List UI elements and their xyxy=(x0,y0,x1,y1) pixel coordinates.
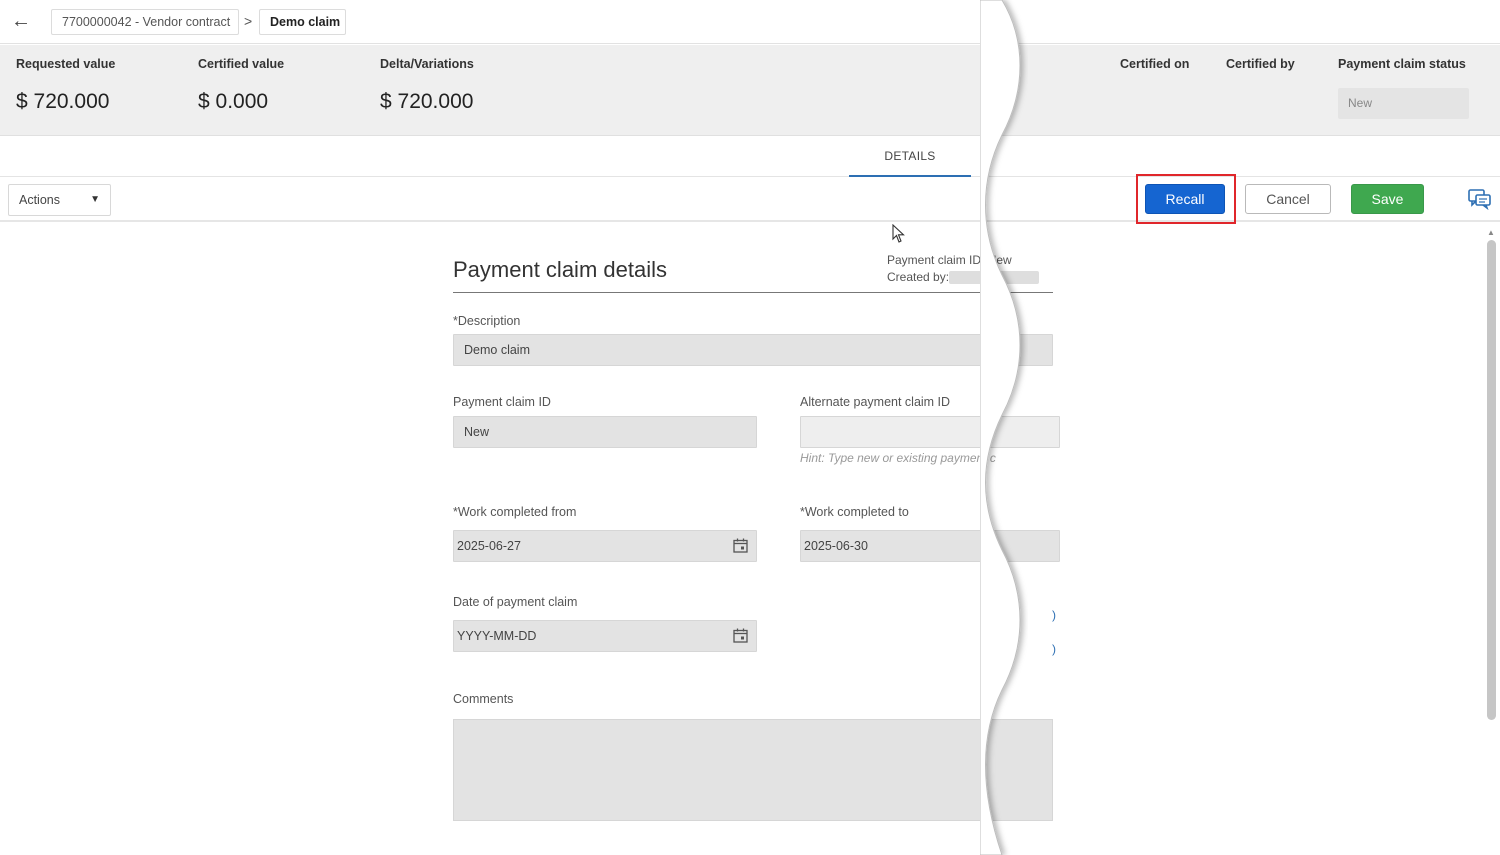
alt-payment-claim-id-label: Alternate payment claim ID xyxy=(800,395,951,409)
toolbar: Actions ▼ Recall Cancel Save xyxy=(0,174,1500,224)
vertical-scrollbar[interactable] xyxy=(1487,240,1496,720)
dropdown-caret-icon: ▼ xyxy=(90,194,100,205)
payment-claim-id-label: Payment claim ID xyxy=(453,395,551,409)
created-by-label: Created by: xyxy=(887,270,950,284)
breadcrumb-contract[interactable]: 7700000042 - Vendor contract xyxy=(51,9,239,35)
payment-claim-status-label: Payment claim status xyxy=(1338,57,1466,71)
delta-value: $ 720.000 xyxy=(380,90,474,113)
certified-value-label: Certified value xyxy=(198,57,285,71)
calendar-icon[interactable] xyxy=(733,538,748,553)
breadcrumb: ← 7700000042 - Vendor contract > Demo cl… xyxy=(0,0,1500,44)
side-mark: ) xyxy=(1052,608,1056,622)
requested-value: $ 720.000 xyxy=(16,90,110,113)
calendar-icon[interactable] xyxy=(733,628,748,643)
description-label: *Description xyxy=(453,314,521,328)
page-title: Payment claim details xyxy=(453,257,667,282)
description-field[interactable]: Demo claim xyxy=(453,334,1053,366)
app-window: ← 7700000042 - Vendor contract > Demo cl… xyxy=(0,0,1500,855)
payment-claim-id-field[interactable]: New xyxy=(453,416,757,448)
back-arrow-icon[interactable]: ← xyxy=(8,10,34,34)
breadcrumb-current[interactable]: Demo claim xyxy=(259,9,346,35)
delta-label: Delta/Variations xyxy=(380,57,474,71)
alt-payment-claim-id-hint: Hint: Type new or existing payment c xyxy=(800,451,996,465)
work-to-value: 2025-06-30 xyxy=(804,539,868,553)
date-of-claim-placeholder: YYYY-MM-DD xyxy=(457,629,537,643)
certified-value: $ 0.000 xyxy=(198,90,269,113)
save-button[interactable]: Save xyxy=(1351,184,1424,214)
recall-button[interactable]: Recall xyxy=(1145,184,1225,214)
comments-label: Comments xyxy=(453,692,514,706)
summary-band: Requested value $ 720.000 Certified valu… xyxy=(0,45,1500,136)
date-of-claim-field[interactable]: YYYY-MM-DD xyxy=(453,620,757,652)
chevron-right-icon: > xyxy=(244,13,253,29)
cursor-icon xyxy=(892,224,905,243)
actions-label: Actions xyxy=(19,193,60,207)
certified-on-label: Certified on xyxy=(1120,57,1190,71)
tab-bar: DETAILS xyxy=(0,137,1500,177)
work-to-label: *Work completed to xyxy=(800,505,909,519)
comments-icon[interactable] xyxy=(1468,188,1492,210)
form-content: Payment claim ID: New Created by: Paymen… xyxy=(0,224,1500,855)
work-from-field[interactable]: 2025-06-27 xyxy=(453,530,757,562)
work-from-value: 2025-06-27 xyxy=(457,539,521,553)
side-mark: ) xyxy=(1052,642,1056,656)
scroll-up-arrow-icon[interactable]: ▲ xyxy=(1485,228,1497,238)
title-divider xyxy=(453,292,1053,293)
payment-claim-status-value: New xyxy=(1338,88,1469,119)
actions-dropdown[interactable]: Actions ▼ xyxy=(8,184,111,216)
date-of-claim-label: Date of payment claim xyxy=(453,595,578,609)
comments-textarea[interactable] xyxy=(453,719,1053,821)
certified-by-label: Certified by xyxy=(1226,57,1295,71)
tab-details[interactable]: DETAILS xyxy=(849,137,971,177)
torn-page-edge xyxy=(980,0,1021,855)
cancel-button[interactable]: Cancel xyxy=(1245,184,1331,214)
requested-value-label: Requested value xyxy=(16,57,116,71)
work-from-label: *Work completed from xyxy=(453,505,577,519)
